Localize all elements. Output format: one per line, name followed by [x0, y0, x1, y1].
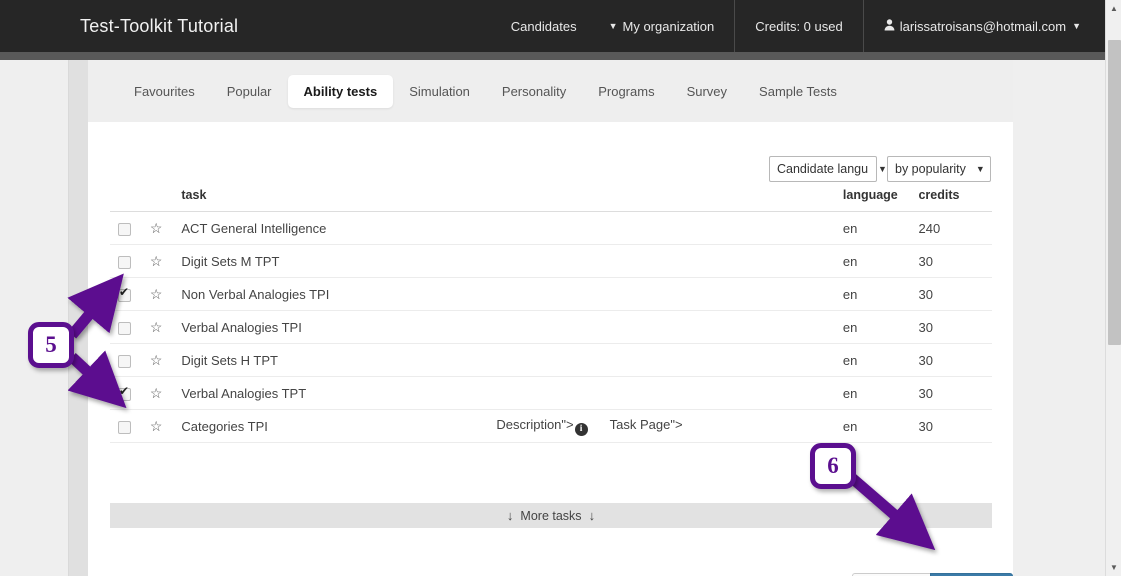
app-root: Test-Toolkit Tutorial Candidates ▼ My or…: [0, 0, 1121, 576]
annotation-badge-5: 5: [28, 322, 74, 368]
annotation-arrows: [67, 273, 936, 551]
annotation-badge-6: 6: [810, 443, 856, 489]
